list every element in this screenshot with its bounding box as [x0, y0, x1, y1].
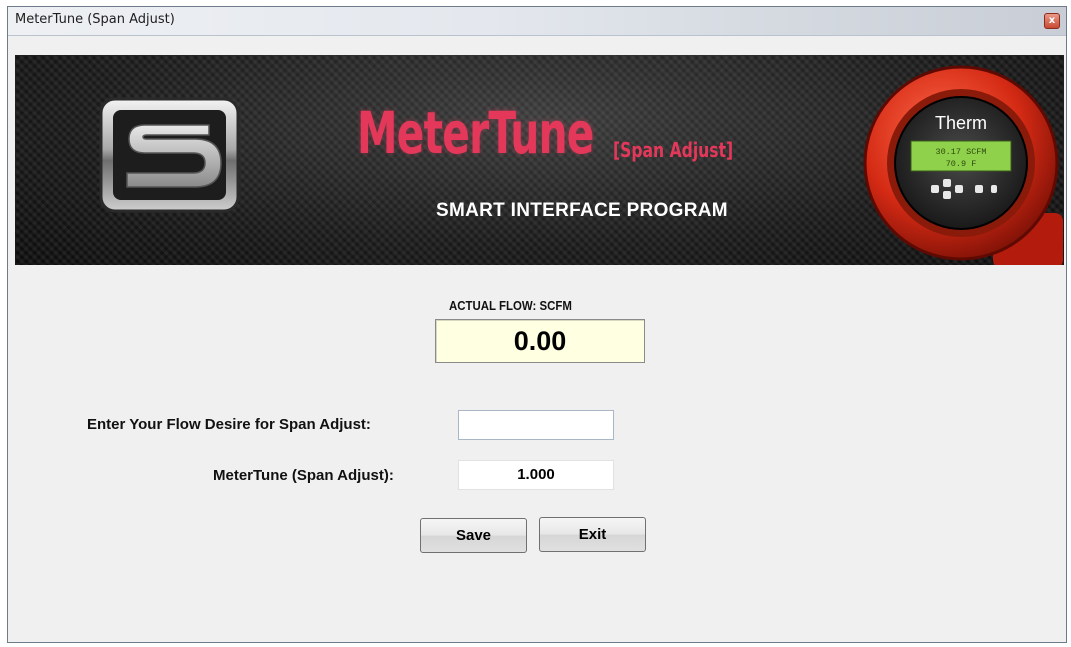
client-area: MeterTune [Span Adjust] SMART INTERFACE … — [8, 36, 1066, 642]
actual-flow-label: ACTUAL FLOW: SCFM — [449, 298, 572, 313]
desired-flow-input[interactable] — [458, 410, 614, 440]
span-adjust-value: 1.000 — [458, 460, 614, 490]
close-icon: x — [1048, 15, 1056, 26]
s-logo-icon — [99, 97, 240, 213]
desired-flow-label: Enter Your Flow Desire for Span Adjust: — [87, 416, 371, 433]
window-title: MeterTune (Span Adjust) — [15, 12, 175, 27]
flow-meter-device-icon: Therm 30.17 SCFM 70.9 F — [863, 65, 1063, 265]
actual-flow-readout: 0.00 — [435, 319, 645, 363]
exit-button[interactable]: Exit — [539, 517, 646, 552]
span-adjust-label: MeterTune (Span Adjust): — [213, 467, 394, 484]
brand-tagline: SMART INTERFACE PROGRAM — [436, 200, 728, 221]
brand-suffix: [Span Adjust] — [613, 138, 734, 162]
device-display-line2: 70.9 F — [946, 159, 977, 169]
header-banner: MeterTune [Span Adjust] SMART INTERFACE … — [15, 55, 1064, 265]
app-window: MeterTune (Span Adjust) x MeterTune [Spa… — [7, 6, 1067, 643]
title-bar[interactable]: MeterTune (Span Adjust) x — [8, 7, 1066, 36]
save-button[interactable]: Save — [420, 518, 527, 553]
close-button[interactable]: x — [1044, 13, 1060, 29]
device-brand-text: Therm — [935, 113, 987, 133]
device-display-line1: 30.17 SCFM — [935, 147, 986, 157]
brand-name: MeterTune — [357, 99, 594, 167]
